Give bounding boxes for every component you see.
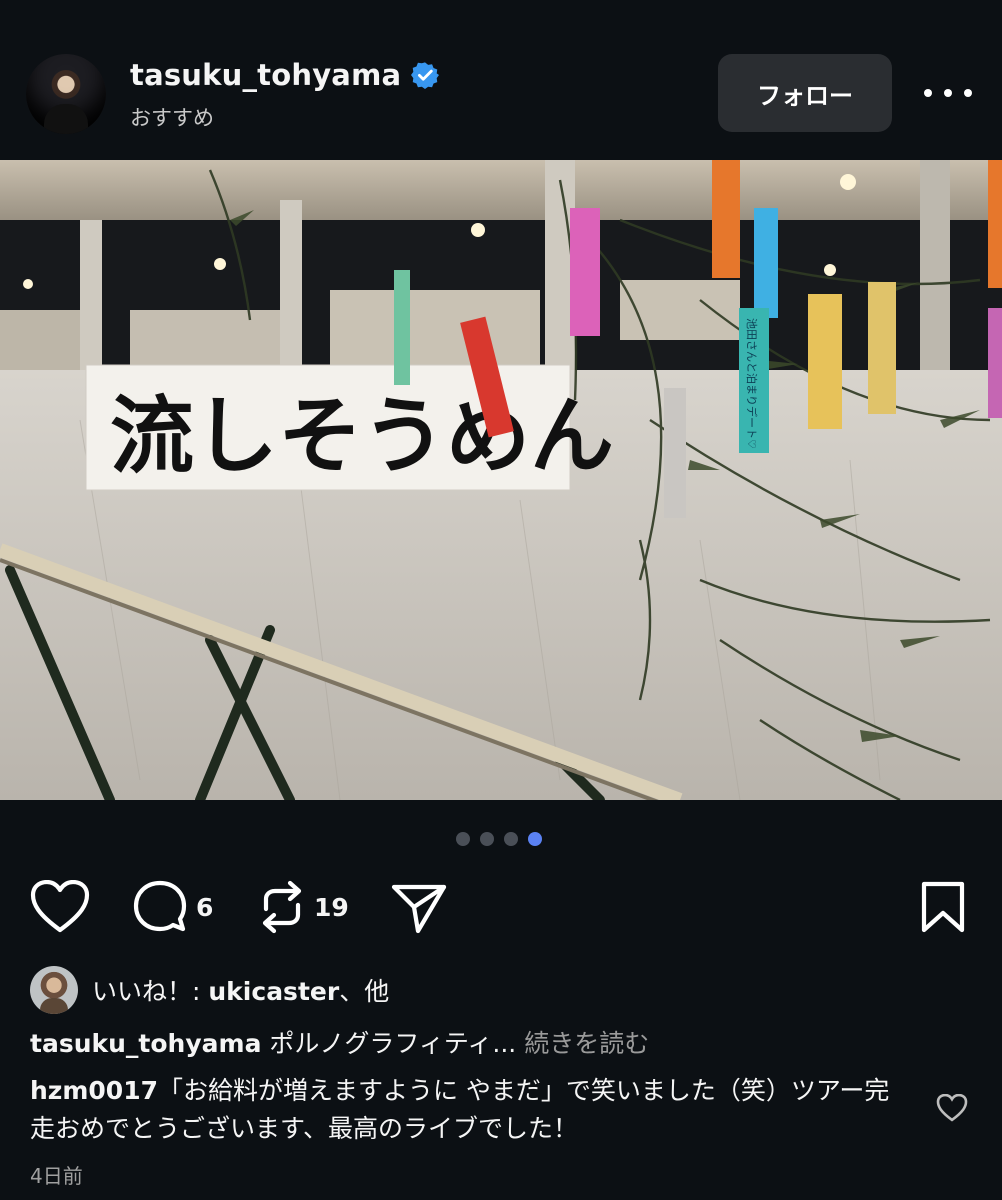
action-bar: 6 19 [0,870,1002,944]
more-options-icon[interactable] [924,80,972,106]
liker-username[interactable]: ukicaster [208,977,339,1006]
share-button[interactable] [390,870,448,944]
comment-preview: hzm0017「お給料が増えますように やまだ」で笑いました（笑）ツアー完走おめ… [30,1072,910,1148]
read-more-link[interactable]: 続きを読む [524,1029,649,1058]
comment-button[interactable]: 6 [132,870,213,944]
post-timestamp: 4日前 [30,1164,83,1188]
post-image[interactable]: 流しそうめん 池田さんと泊まりデート♡ [0,160,1002,800]
heart-icon [936,1093,968,1122]
carousel-dot-active [528,832,542,846]
caption-text: ポルノグラフィティ... [261,1029,525,1058]
likes-prefix: いいね！: [92,977,209,1006]
post-header: tasuku_tohyama おすすめ フォロー [0,0,1002,160]
username-link[interactable]: tasuku_tohyama [130,58,401,92]
carousel-dot [480,832,494,846]
liker-avatar [30,966,78,1014]
carousel-indicator [456,832,542,846]
suggestion-label: おすすめ [130,106,214,130]
comment-username[interactable]: hzm0017 [30,1076,158,1105]
comment-text: 「お給料が増えますように やまだ」で笑いました（笑）ツアー完走おめでとうございま… [30,1076,890,1143]
caption-username[interactable]: tasuku_tohyama [30,1029,261,1058]
send-icon [391,884,447,934]
tanabata-photo: 流しそうめん 池田さんと泊まりデート♡ [0,160,1002,800]
follow-button[interactable]: フォロー [718,54,892,132]
comment-like-button[interactable] [936,1093,968,1126]
likes-summary[interactable]: いいね！: ukicaster、他 [30,966,389,1014]
carousel-dot [456,832,470,846]
repost-icon [262,880,302,934]
post-caption: tasuku_tohyama ポルノグラフィティ... 続きを読む [30,1024,649,1060]
carousel-dot [504,832,518,846]
repost-button[interactable]: 19 [258,870,349,944]
tanzaku-text: 池田さんと泊まりデート♡ [745,318,759,449]
like-button[interactable] [30,870,90,944]
heart-icon [30,880,90,933]
bookmark-icon [921,881,965,933]
username-row: tasuku_tohyama [130,58,440,92]
comment-count: 6 [196,892,214,922]
save-button[interactable] [920,870,966,944]
banner-text: 流しそうめん [110,386,614,485]
comment-icon [133,880,187,932]
likes-suffix: 、他 [339,977,390,1006]
repost-count: 19 [314,892,349,922]
verified-badge-icon [411,62,440,89]
profile-avatar[interactable] [26,54,106,134]
